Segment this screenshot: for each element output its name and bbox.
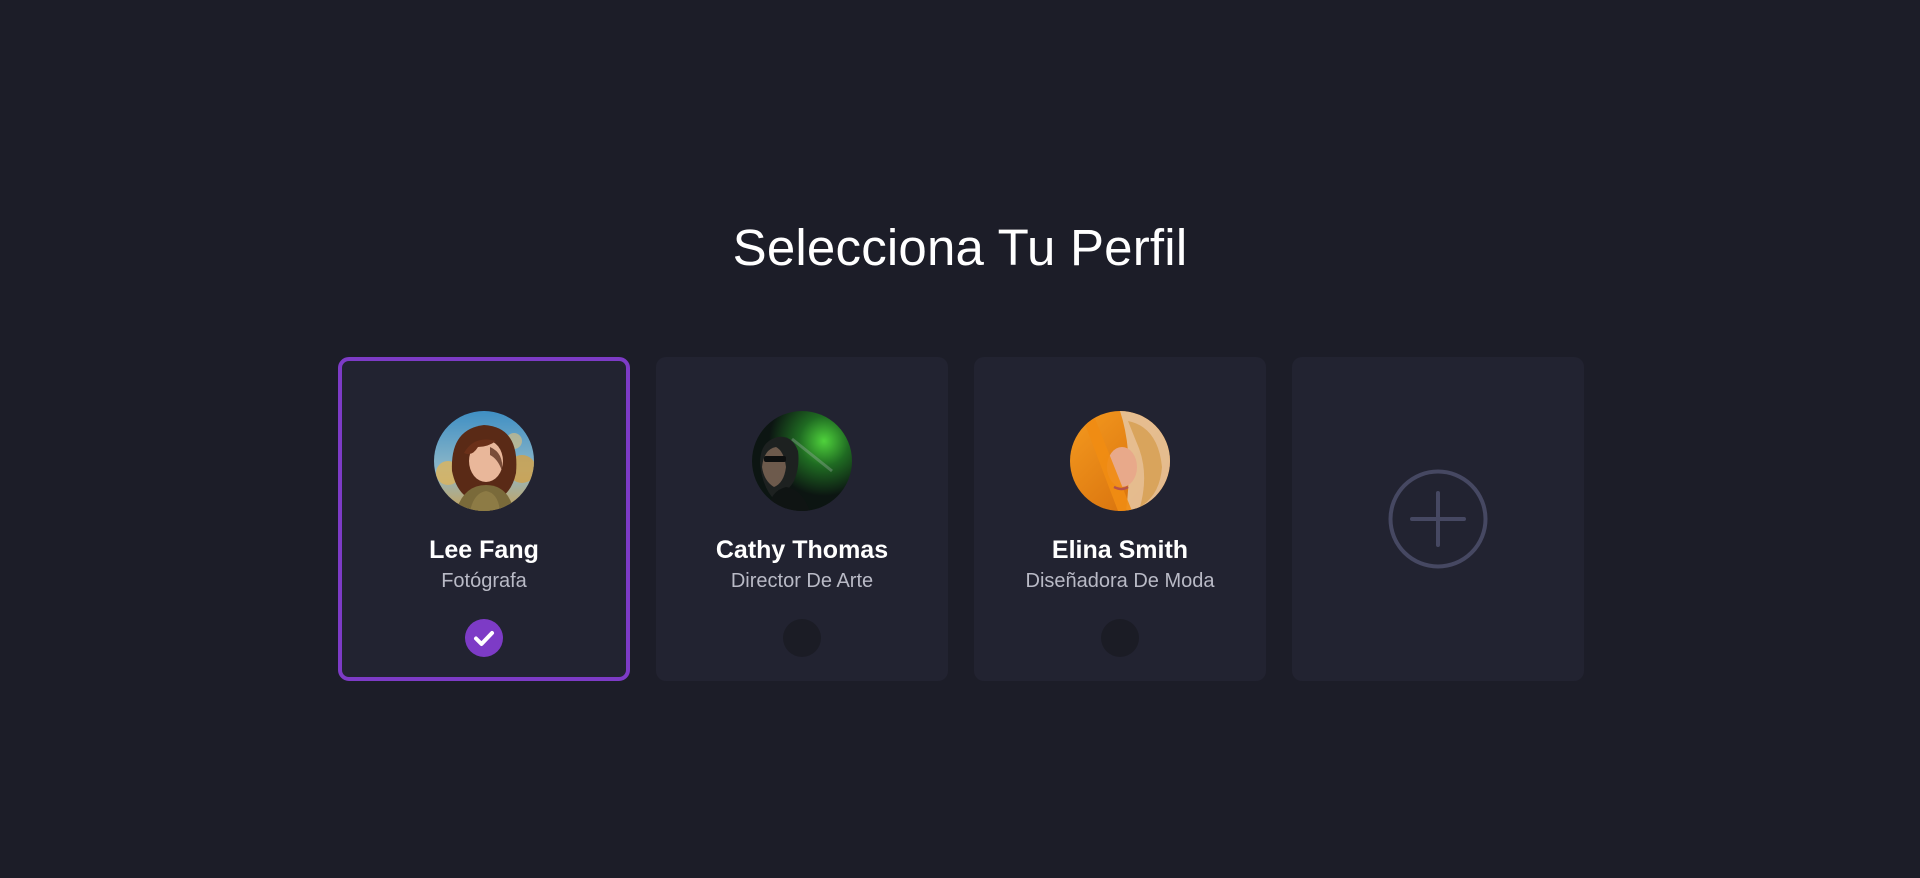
profile-name: Elina Smith [1051, 536, 1189, 564]
avatar-photo [1070, 411, 1170, 511]
add-profile-card[interactable] [1292, 357, 1584, 681]
profile-name: Cathy Thomas [715, 536, 889, 564]
selected-check-icon[interactable] [465, 619, 503, 657]
profile-role: Diseñadora De Moda [1025, 570, 1215, 592]
select-radio-empty[interactable] [783, 619, 821, 657]
profile-name: Lee Fang [429, 536, 539, 564]
profile-card-elina-smith[interactable]: Elina Smith Diseñadora De Moda [974, 357, 1266, 681]
profile-card-cathy-thomas[interactable]: Cathy Thomas Director De Arte [656, 357, 948, 681]
avatar [434, 411, 534, 511]
plus-circle-icon [1388, 469, 1488, 569]
avatar [752, 411, 852, 511]
avatar [1070, 411, 1170, 511]
profile-role: Fotógrafa [441, 570, 527, 592]
select-radio-empty[interactable] [1101, 619, 1139, 657]
avatar-photo [752, 411, 852, 511]
profile-card-lee-fang[interactable]: Lee Fang Fotógrafa [338, 357, 630, 681]
page-title: Selecciona Tu Perfil [732, 219, 1188, 277]
profile-cards: Lee Fang Fotógrafa Cathy Thomas Director… [338, 357, 1584, 681]
avatar-photo [434, 411, 534, 511]
profile-selection-page: Selecciona Tu Perfil Lee Fang Fotógrafa … [0, 0, 1920, 878]
profile-role: Director De Arte [730, 570, 874, 592]
